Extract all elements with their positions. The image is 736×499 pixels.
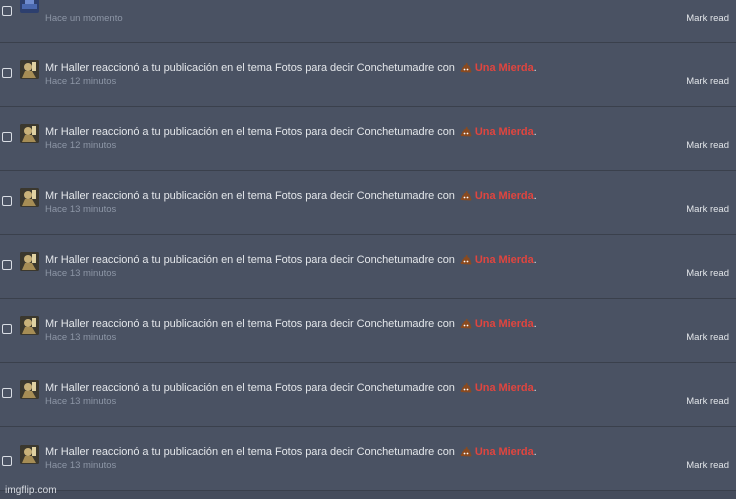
actor-name[interactable]: Mr Haller (45, 62, 89, 74)
notification-item[interactable]: Mr Haller reaccionó a tu publicación en … (0, 171, 736, 235)
select-checkbox[interactable] (2, 388, 12, 398)
mark-read-link[interactable]: Mark read (686, 204, 729, 215)
mark-read-link[interactable]: Mark read (686, 76, 729, 87)
sentence-end: . (533, 382, 537, 394)
sentence-end: . (533, 318, 537, 330)
sentence-end: . (533, 190, 537, 202)
notification-time: Hace 13 minutos (45, 332, 117, 343)
mark-read-link[interactable]: Mark read (686, 13, 729, 24)
notification-text[interactable]: Mr Haller reaccionó a tu publicación en … (45, 62, 537, 74)
notification-item[interactable]: Hace un momento Mark read (0, 0, 736, 43)
actor-name[interactable]: Mr Haller (45, 446, 89, 458)
notification-item[interactable]: Mr Haller reaccionó a tu publicación en … (0, 107, 736, 171)
notification-text[interactable]: Mr Haller reaccionó a tu publicación en … (45, 254, 537, 266)
notification-time: Hace un momento (45, 13, 123, 24)
reaction-name[interactable]: Una Mierda (475, 318, 534, 330)
imgflip-watermark: imgflip.com (5, 485, 57, 496)
sentence-end: . (533, 254, 537, 266)
actor-name[interactable]: Mr Haller (45, 318, 89, 330)
mark-read-link[interactable]: Mark read (686, 268, 729, 279)
poop-emoji-icon (460, 190, 472, 201)
notification-text[interactable]: Mr Haller reaccionó a tu publicación en … (45, 126, 537, 138)
sentence-end: . (533, 446, 537, 458)
actor-name[interactable]: Mr Haller (45, 126, 89, 138)
notification-text[interactable]: Mr Haller reaccionó a tu publicación en … (45, 318, 537, 330)
notification-item[interactable]: Mr Haller reaccionó a tu publicación en … (0, 299, 736, 363)
user-avatar-icon[interactable] (20, 252, 39, 271)
notification-message: reaccionó a tu publicación en el tema Fo… (89, 190, 455, 202)
user-avatar-icon[interactable] (20, 445, 39, 464)
sentence-end: . (533, 62, 537, 74)
notification-message: reaccionó a tu publicación en el tema Fo… (89, 382, 455, 394)
mark-read-link[interactable]: Mark read (686, 396, 729, 407)
notification-time: Hace 13 minutos (45, 396, 117, 407)
user-avatar-icon[interactable] (20, 188, 39, 207)
user-avatar-icon[interactable] (20, 60, 39, 79)
poop-emoji-icon (460, 446, 472, 457)
select-checkbox[interactable] (2, 456, 12, 466)
reaction-name[interactable]: Una Mierda (475, 254, 534, 266)
notification-time: Hace 12 minutos (45, 76, 117, 87)
poop-emoji-icon (460, 62, 472, 73)
user-avatar-icon[interactable] (20, 124, 39, 143)
notification-item[interactable]: Mr Haller reaccionó a tu publicación en … (0, 235, 736, 299)
select-checkbox[interactable] (2, 6, 12, 16)
poop-emoji-icon (460, 254, 472, 265)
mark-read-link[interactable]: Mark read (686, 460, 729, 471)
notification-message: reaccionó a tu publicación en el tema Fo… (89, 126, 455, 138)
notification-text[interactable]: Mr Haller reaccionó a tu publicación en … (45, 446, 537, 458)
user-avatar-icon[interactable] (20, 380, 39, 399)
actor-name[interactable]: Mr Haller (45, 382, 89, 394)
poop-emoji-icon (460, 382, 472, 393)
select-checkbox[interactable] (2, 324, 12, 334)
actor-name[interactable]: Mr Haller (45, 254, 89, 266)
notification-item[interactable]: Mr Haller reaccionó a tu publicación en … (0, 427, 736, 491)
poop-emoji-icon (460, 318, 472, 329)
notification-item[interactable]: Mr Haller reaccionó a tu publicación en … (0, 363, 736, 427)
notification-time: Hace 12 minutos (45, 140, 117, 151)
user-avatar-icon[interactable] (20, 0, 39, 13)
select-checkbox[interactable] (2, 196, 12, 206)
user-avatar-icon[interactable] (20, 316, 39, 335)
notification-message: reaccionó a tu publicación en el tema Fo… (89, 446, 455, 458)
notification-item[interactable]: Mr Haller reaccionó a tu publicación en … (0, 43, 736, 107)
notification-time: Hace 13 minutos (45, 204, 117, 215)
reaction-name[interactable]: Una Mierda (475, 126, 534, 138)
notification-text[interactable]: Mr Haller reaccionó a tu publicación en … (45, 190, 537, 202)
sentence-end: . (533, 126, 537, 138)
select-checkbox[interactable] (2, 132, 12, 142)
notification-time: Hace 13 minutos (45, 460, 117, 471)
mark-read-link[interactable]: Mark read (686, 332, 729, 343)
notification-message: reaccionó a tu publicación en el tema Fo… (89, 254, 455, 266)
reaction-name[interactable]: Una Mierda (475, 446, 534, 458)
notification-message: reaccionó a tu publicación en el tema Fo… (89, 62, 455, 74)
reaction-name[interactable]: Una Mierda (475, 62, 534, 74)
notification-message: reaccionó a tu publicación en el tema Fo… (89, 318, 455, 330)
actor-name[interactable]: Mr Haller (45, 190, 89, 202)
reaction-name[interactable]: Una Mierda (475, 190, 534, 202)
notification-time: Hace 13 minutos (45, 268, 117, 279)
reaction-name[interactable]: Una Mierda (475, 382, 534, 394)
notification-text[interactable]: Mr Haller reaccionó a tu publicación en … (45, 382, 537, 394)
select-checkbox[interactable] (2, 68, 12, 78)
mark-read-link[interactable]: Mark read (686, 140, 729, 151)
select-checkbox[interactable] (2, 260, 12, 270)
poop-emoji-icon (460, 126, 472, 137)
